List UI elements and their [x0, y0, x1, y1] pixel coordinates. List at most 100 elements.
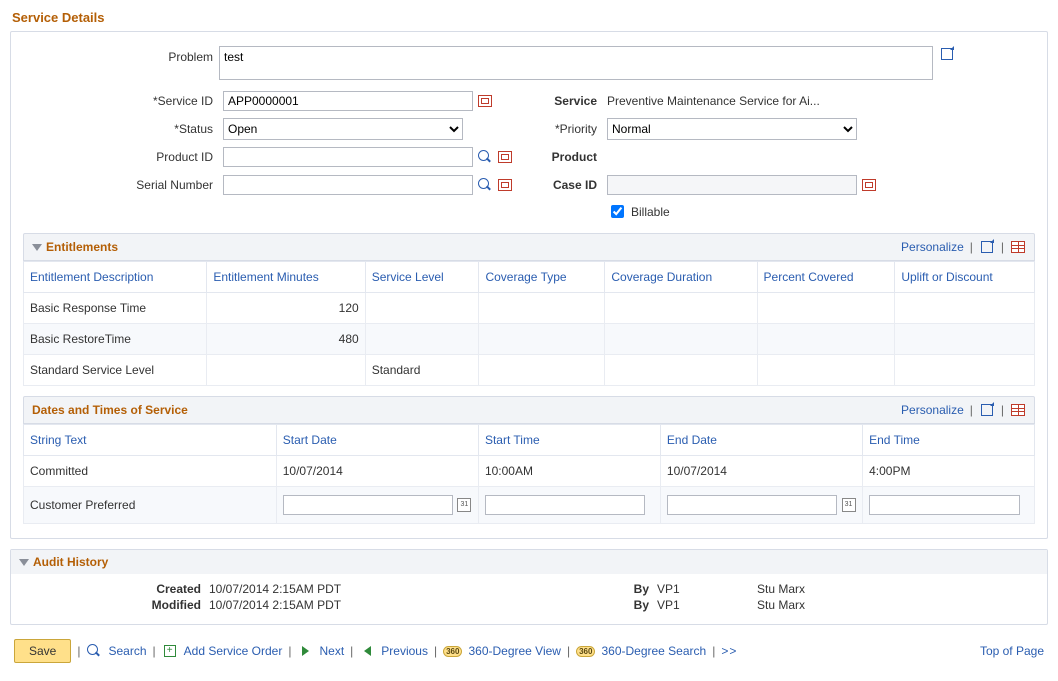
end-date-input[interactable] — [667, 495, 837, 515]
col-header[interactable]: Uplift or Discount — [895, 262, 1035, 293]
product-id-input[interactable] — [223, 147, 473, 167]
personalize-link[interactable]: Personalize — [901, 403, 964, 417]
download-grid-icon[interactable] — [1010, 239, 1026, 255]
problem-label: Problem — [23, 46, 219, 68]
calendar-icon[interactable] — [841, 497, 856, 513]
by-name: Stu Marx — [757, 582, 1037, 596]
billable-label: Billable — [631, 205, 670, 219]
cell — [895, 324, 1035, 355]
previous-link[interactable]: Previous — [381, 644, 428, 658]
problem-textarea[interactable]: test — [219, 46, 933, 80]
start-date-input[interactable] — [283, 495, 453, 515]
end-time-input[interactable] — [869, 495, 1020, 515]
cell — [365, 324, 479, 355]
col-header[interactable]: Entitlement Minutes — [207, 262, 365, 293]
dates-title: Dates and Times of Service — [32, 403, 188, 417]
cell — [863, 487, 1035, 524]
cell — [479, 324, 605, 355]
cell: Standard — [365, 355, 479, 386]
service-id-input[interactable] — [223, 91, 473, 111]
by-label: By — [449, 582, 657, 596]
service-details-page: Service Details Problem test *Service ID… — [0, 0, 1058, 681]
billable-checkbox[interactable] — [611, 205, 624, 218]
entitlements-table: Entitlement Description Entitlement Minu… — [23, 261, 1035, 386]
created-label: Created — [21, 582, 209, 596]
by-user: VP1 — [657, 598, 757, 612]
search-link[interactable]: Search — [108, 644, 146, 658]
calendar-icon[interactable] — [457, 497, 472, 513]
audit-title: Audit History — [33, 555, 108, 569]
zoom-icon[interactable] — [979, 402, 995, 418]
cell — [276, 487, 478, 524]
modified-value: 10/07/2014 2:15AM PDT — [209, 598, 449, 612]
table-row: Basic RestoreTime 480 — [24, 324, 1035, 355]
col-header[interactable]: Coverage Duration — [605, 262, 757, 293]
table-row: Customer Preferred — [24, 487, 1035, 524]
service-label: Service — [529, 90, 603, 112]
service-id-label: *Service ID — [23, 90, 219, 112]
save-button[interactable]: Save — [14, 639, 71, 663]
lookup-icon[interactable] — [477, 177, 493, 193]
cell — [660, 487, 862, 524]
col-header[interactable]: Start Time — [478, 425, 660, 456]
status-select[interactable]: Open — [223, 118, 463, 140]
priority-select[interactable]: Normal — [607, 118, 857, 140]
service-details-panel: Problem test *Service ID *Status Open Pr… — [10, 31, 1048, 539]
modified-label: Modified — [21, 598, 209, 612]
add-service-order-link[interactable]: Add Service Order — [184, 644, 283, 658]
col-header[interactable]: End Time — [863, 425, 1035, 456]
by-label: By — [449, 598, 657, 612]
serial-number-label: Serial Number — [23, 174, 219, 196]
audit-created-row: Created 10/07/2014 2:15AM PDT By VP1 Stu… — [21, 582, 1037, 596]
section-title: Service Details — [12, 10, 1046, 25]
related-record-icon[interactable] — [497, 149, 513, 165]
lookup-icon[interactable] — [477, 149, 493, 165]
product-label: Product — [529, 146, 603, 168]
audit-history-section: Audit History Created 10/07/2014 2:15AM … — [10, 549, 1048, 625]
col-header[interactable]: Start Date — [276, 425, 478, 456]
360-search-link[interactable]: 360-Degree Search — [601, 644, 706, 658]
related-record-icon[interactable] — [861, 177, 877, 193]
case-id-label: Case ID — [529, 174, 603, 196]
serial-number-input[interactable] — [223, 175, 473, 195]
collapse-icon[interactable] — [32, 244, 42, 251]
cell — [605, 293, 757, 324]
by-user: VP1 — [657, 582, 757, 596]
360-icon: 360 — [443, 646, 462, 657]
entitlements-title: Entitlements — [46, 240, 118, 254]
related-record-icon[interactable] — [497, 177, 513, 193]
collapse-icon[interactable] — [19, 559, 29, 566]
col-header[interactable]: Coverage Type — [479, 262, 605, 293]
personalize-link[interactable]: Personalize — [901, 240, 964, 254]
dates-table: String Text Start Date Start Time End Da… — [23, 424, 1035, 524]
360-view-link[interactable]: 360-Degree View — [468, 644, 561, 658]
zoom-icon[interactable] — [939, 46, 955, 62]
zoom-icon[interactable] — [979, 239, 995, 255]
cell — [605, 324, 757, 355]
col-header[interactable]: String Text — [24, 425, 277, 456]
cell — [605, 355, 757, 386]
col-header[interactable]: End Date — [660, 425, 862, 456]
case-id-input[interactable] — [607, 175, 857, 195]
cell — [479, 355, 605, 386]
entitlements-header: Entitlements Personalize | | — [23, 233, 1035, 261]
start-time-input[interactable] — [485, 495, 646, 515]
page-footer: Save | Search | Add Service Order | Next… — [10, 633, 1048, 669]
cell: 4:00PM — [863, 456, 1035, 487]
cell — [479, 293, 605, 324]
by-name: Stu Marx — [757, 598, 1037, 612]
top-of-page-link[interactable]: Top of Page — [980, 644, 1044, 658]
download-grid-icon[interactable] — [1010, 402, 1026, 418]
col-header[interactable]: Entitlement Description — [24, 262, 207, 293]
related-record-icon[interactable] — [477, 93, 493, 109]
col-header[interactable]: Service Level — [365, 262, 479, 293]
cell — [478, 487, 660, 524]
created-value: 10/07/2014 2:15AM PDT — [209, 582, 449, 596]
product-id-label: Product ID — [23, 146, 219, 168]
col-header[interactable]: Percent Covered — [757, 262, 895, 293]
next-link[interactable]: Next — [319, 644, 344, 658]
more-link[interactable]: >> — [721, 644, 737, 658]
cell — [757, 355, 895, 386]
cell: 480 — [207, 324, 365, 355]
cell: Customer Preferred — [24, 487, 277, 524]
